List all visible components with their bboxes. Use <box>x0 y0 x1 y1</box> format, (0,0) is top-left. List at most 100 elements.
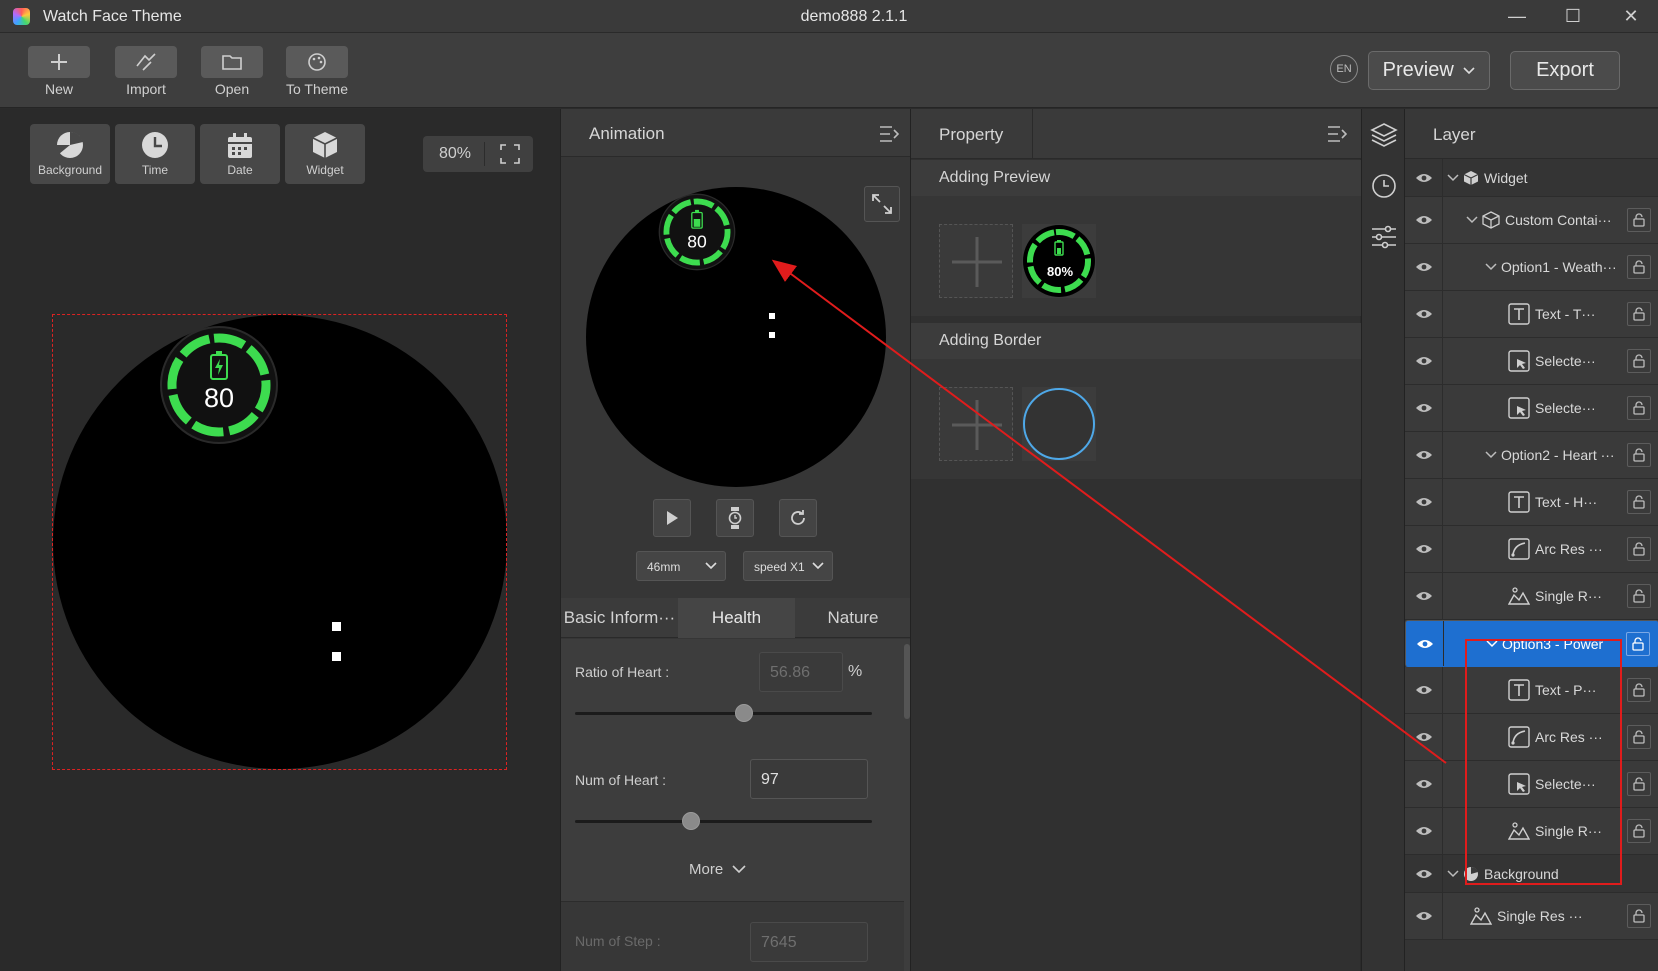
chevron-down-icon[interactable] <box>1447 159 1459 196</box>
visibility-eye-icon[interactable] <box>1405 244 1443 290</box>
new-button[interactable]: New <box>28 46 90 97</box>
unlock-icon[interactable] <box>1627 349 1651 373</box>
layer-row[interactable]: Option1 - Weath··· <box>1405 244 1658 291</box>
visibility-eye-icon[interactable] <box>1405 573 1443 619</box>
visibility-eye-icon[interactable] <box>1405 714 1443 760</box>
layer-row[interactable]: Text - H··· <box>1405 479 1658 526</box>
watch-size-select[interactable]: 46mm <box>636 551 726 581</box>
fullscreen-icon[interactable] <box>500 144 520 164</box>
ratio-of-heart-slider[interactable] <box>735 704 754 722</box>
export-button[interactable]: Export <box>1510 51 1620 90</box>
layer-row[interactable]: Selecte··· <box>1405 338 1658 385</box>
close-button[interactable]: ✕ <box>1611 4 1651 28</box>
unlock-icon[interactable] <box>1627 396 1651 420</box>
layer-row[interactable]: Single R··· <box>1405 573 1658 620</box>
visibility-eye-icon[interactable] <box>1405 291 1443 337</box>
visibility-eye-icon[interactable] <box>1405 526 1443 572</box>
layer-row[interactable]: Arc Res ··· <box>1405 714 1658 761</box>
num-of-heart-label: Num of Heart : <box>575 772 667 788</box>
play-button[interactable] <box>653 499 691 537</box>
unlock-icon[interactable] <box>1627 772 1651 796</box>
tab-nature[interactable]: Nature <box>795 598 911 638</box>
layer-row[interactable]: Selecte··· <box>1405 385 1658 432</box>
visibility-eye-icon[interactable] <box>1405 808 1443 854</box>
background-tool-button[interactable]: Background <box>30 124 110 184</box>
add-preview-button[interactable] <box>939 224 1013 298</box>
unlock-icon[interactable] <box>1627 255 1651 279</box>
visibility-eye-icon[interactable] <box>1405 385 1443 431</box>
speed-select[interactable]: speed X1 <box>743 551 833 581</box>
plus-icon <box>51 54 67 70</box>
unlock-icon[interactable] <box>1626 631 1650 656</box>
tab-basic-information[interactable]: Basic Inform··· <box>561 598 678 638</box>
unlock-icon[interactable] <box>1627 819 1651 843</box>
visibility-eye-icon[interactable] <box>1405 338 1443 384</box>
minimize-button[interactable]: — <box>1497 4 1537 28</box>
visibility-eye-icon[interactable] <box>1405 855 1443 892</box>
border-thumbnail[interactable] <box>1022 387 1096 461</box>
unlock-icon[interactable] <box>1627 537 1651 561</box>
layer-row[interactable]: Single R··· <box>1405 808 1658 855</box>
collapse-panel-icon[interactable] <box>879 125 899 143</box>
layer-row[interactable]: Background <box>1405 855 1658 893</box>
time-tool-button[interactable]: Time <box>115 124 195 184</box>
expand-preview-button[interactable] <box>864 186 900 222</box>
layer-row[interactable]: Text - P··· <box>1405 667 1658 714</box>
date-tool-button[interactable]: Date <box>200 124 280 184</box>
layers-icon[interactable] <box>1370 121 1398 149</box>
watch-face-icon[interactable] <box>1370 172 1398 200</box>
preview-button[interactable]: Preview <box>1368 51 1490 90</box>
visibility-eye-icon[interactable] <box>1405 761 1443 807</box>
ratio-of-heart-input[interactable]: 56.86 <box>759 652 843 692</box>
maximize-button[interactable]: ☐ <box>1553 4 1593 28</box>
chevron-down-icon[interactable] <box>1447 855 1459 892</box>
settings-sliders-icon[interactable] <box>1370 223 1398 251</box>
num-of-heart-input[interactable]: 97 <box>750 759 868 799</box>
layer-row[interactable]: Option2 - Heart ··· <box>1405 432 1658 479</box>
visibility-eye-icon[interactable] <box>1405 197 1443 243</box>
more-toggle[interactable]: More <box>689 861 746 879</box>
visibility-eye-icon[interactable] <box>1405 432 1443 478</box>
visibility-eye-icon[interactable] <box>1405 667 1443 713</box>
chevron-down-icon[interactable] <box>1485 432 1497 478</box>
layer-row[interactable]: Single Res ··· <box>1405 893 1658 940</box>
collapse-panel-icon[interactable] <box>1327 125 1347 143</box>
to-theme-button[interactable]: To Theme <box>286 46 348 97</box>
visibility-eye-icon[interactable] <box>1405 893 1443 939</box>
layer-row[interactable]: Text - T··· <box>1405 291 1658 338</box>
import-button[interactable]: Import <box>115 46 177 97</box>
time-tool-label: Time <box>141 163 169 177</box>
unlock-icon[interactable] <box>1627 678 1651 702</box>
layer-row[interactable]: Widget <box>1405 159 1658 197</box>
wrist-button[interactable] <box>716 499 754 537</box>
selected-image-icon <box>1508 385 1530 431</box>
zoom-control[interactable]: 80% <box>423 136 533 172</box>
num-of-step-input[interactable]: 7645 <box>750 922 868 962</box>
visibility-eye-icon[interactable] <box>1405 159 1443 196</box>
import-label: Import <box>126 81 166 97</box>
layer-row[interactable]: Custom Contai··· <box>1405 197 1658 244</box>
visibility-eye-icon[interactable] <box>1405 479 1443 525</box>
open-button[interactable]: Open <box>201 46 263 97</box>
chevron-down-icon[interactable] <box>1485 244 1497 290</box>
visibility-eye-icon[interactable] <box>1406 621 1444 666</box>
unlock-icon[interactable] <box>1627 302 1651 326</box>
layer-row[interactable]: Option3 - Power <box>1405 620 1658 667</box>
num-of-heart-slider[interactable] <box>681 812 700 830</box>
unlock-icon[interactable] <box>1627 725 1651 749</box>
widget-tool-button[interactable]: Widget <box>285 124 365 184</box>
language-button[interactable]: EN <box>1330 55 1358 83</box>
chevron-down-icon[interactable] <box>1466 197 1478 243</box>
layer-row[interactable]: Arc Res ··· <box>1405 526 1658 573</box>
unlock-icon[interactable] <box>1627 208 1651 232</box>
layer-row[interactable]: Selecte··· <box>1405 761 1658 808</box>
preview-thumbnail[interactable]: 80% <box>1022 224 1096 298</box>
preview-colon-top-dot <box>769 313 775 319</box>
tab-health[interactable]: Health <box>678 598 795 638</box>
replay-button[interactable] <box>779 499 817 537</box>
unlock-icon[interactable] <box>1627 443 1651 467</box>
unlock-icon[interactable] <box>1627 490 1651 514</box>
add-border-button[interactable] <box>939 387 1013 461</box>
unlock-icon[interactable] <box>1627 584 1651 608</box>
unlock-icon[interactable] <box>1627 904 1651 928</box>
